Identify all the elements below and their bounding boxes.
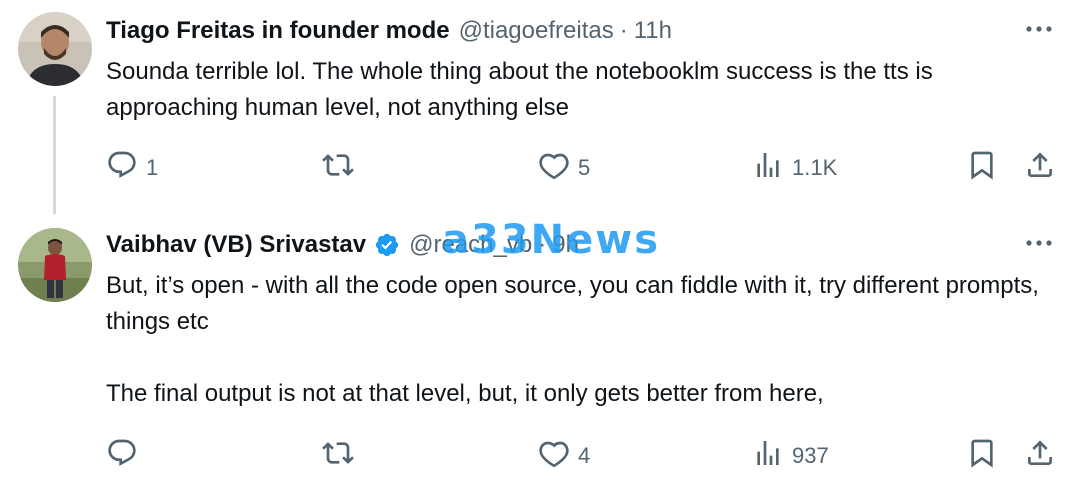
author-handle[interactable]: @tiagoefreitas	[459, 17, 614, 45]
share-button[interactable]	[1024, 148, 1056, 188]
more-options-icon[interactable]	[1024, 228, 1054, 258]
heart-icon	[538, 149, 570, 187]
repost-icon	[322, 437, 354, 475]
tweet-actions: 4 937	[0, 436, 1080, 476]
bookmark-button[interactable]	[966, 148, 998, 188]
views-button[interactable]: 1.1K	[752, 148, 837, 188]
views-button[interactable]: 937	[752, 436, 829, 476]
timestamp[interactable]: 11h	[634, 17, 672, 45]
views-count: 937	[792, 443, 829, 468]
avatar[interactable]	[18, 228, 92, 302]
like-button[interactable]: 4	[538, 436, 590, 476]
like-count: 5	[578, 155, 591, 180]
bookmark-icon	[966, 149, 998, 187]
share-icon	[1024, 149, 1056, 187]
tweet-header: Tiago Freitas in founder mode @tiagoefre…	[106, 17, 672, 45]
share-icon	[1024, 437, 1056, 475]
reply-icon	[106, 437, 138, 475]
author-name[interactable]: Vaibhav (VB) Srivastav	[106, 231, 366, 259]
reply-icon	[106, 149, 138, 187]
share-button[interactable]	[1024, 436, 1056, 476]
tweet-paragraph: Sounda terrible lol. The whole thing abo…	[106, 58, 933, 121]
verified-badge-icon	[374, 232, 400, 258]
separator: ·	[619, 17, 628, 44]
tweet-text: Sounda terrible lol. The whole thing abo…	[106, 54, 1040, 126]
author-name[interactable]: Tiago Freitas in founder mode	[106, 17, 450, 45]
tweet-paragraph: The final output is not at that level, b…	[106, 380, 824, 407]
views-icon	[752, 149, 784, 187]
repost-icon	[322, 149, 354, 187]
views-icon	[752, 437, 784, 475]
reply-count: 1	[146, 155, 159, 180]
tweet-paragraph: But, it’s open - with all the code open …	[106, 272, 1039, 335]
heart-icon	[538, 437, 570, 475]
bookmark-button[interactable]	[966, 436, 998, 476]
repost-button[interactable]	[322, 436, 362, 476]
tweet-actions: 1 5 1.1K	[0, 148, 1080, 188]
watermark-overlay: a33News	[442, 217, 661, 263]
avatar[interactable]	[18, 12, 92, 86]
reply-button[interactable]	[106, 436, 146, 476]
like-count: 4	[578, 443, 591, 468]
reply-button[interactable]: 1	[106, 148, 158, 188]
repost-button[interactable]	[322, 148, 362, 188]
tweet[interactable]: Tiago Freitas in founder mode @tiagoefre…	[0, 0, 1080, 214]
like-button[interactable]: 5	[538, 148, 590, 188]
bookmark-icon	[966, 437, 998, 475]
more-options-icon[interactable]	[1024, 14, 1054, 44]
views-count: 1.1K	[792, 155, 838, 180]
tweet-text: But, it’s open - with all the code open …	[106, 268, 1040, 412]
